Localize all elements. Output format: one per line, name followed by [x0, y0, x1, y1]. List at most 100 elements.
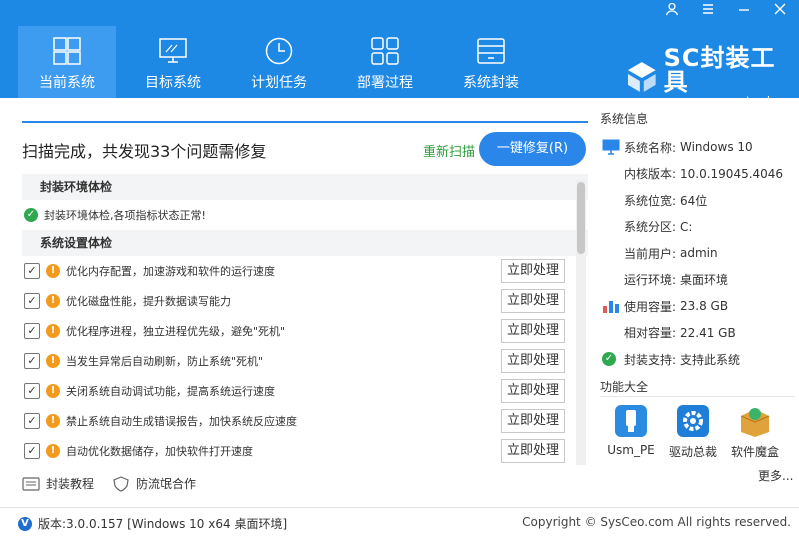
- list-item: ✓ ! 自动优化数据储存，加快软件打开速度 立即处理: [22, 436, 588, 466]
- tab-scheduled-tasks[interactable]: 计划任务: [230, 26, 328, 98]
- info-value: Windows 10: [680, 140, 753, 155]
- list-item: ✓ ! 优化内存配置，加速游戏和软件的运行速度 立即处理: [22, 256, 588, 286]
- tab-deploy-process[interactable]: 部署过程: [336, 26, 434, 98]
- shield-icon: [113, 475, 129, 492]
- handle-button[interactable]: 立即处理: [501, 409, 565, 433]
- item-text: 当发生异常后自动刷新，防止系统"死机": [66, 355, 264, 368]
- info-key: 系统位宽:: [624, 193, 677, 208]
- list-scrollbar[interactable]: [576, 180, 586, 465]
- handle-button[interactable]: 立即处理: [501, 289, 565, 313]
- tutorial-link[interactable]: 封装教程: [22, 475, 94, 492]
- close-icon[interactable]: [771, 2, 789, 20]
- info-row: 系统名称: Windows 10: [600, 134, 795, 161]
- info-value: 10.0.19045.4046: [680, 166, 784, 181]
- info-row: 当前用户: admin: [600, 240, 795, 267]
- item-checkbox[interactable]: ✓: [24, 323, 40, 339]
- handle-button[interactable]: 立即处理: [501, 379, 565, 403]
- scan-status: 扫描完成，共发现33个问题需修复: [22, 142, 267, 161]
- item-checkbox[interactable]: ✓: [24, 263, 40, 279]
- info-row: 系统分区: C:: [600, 214, 795, 241]
- scrollbar-thumb[interactable]: [577, 182, 585, 254]
- handle-button[interactable]: 立即处理: [501, 259, 565, 283]
- item-text: 自动优化数据储存，加快软件打开速度: [66, 445, 253, 458]
- section-header: 封装环境体检: [22, 174, 588, 200]
- info-key: 相对容量:: [624, 326, 677, 341]
- usm-pe-tool[interactable]: Usm_PE: [600, 404, 662, 460]
- tab-label: 计划任务: [251, 75, 307, 91]
- package-icon: [477, 38, 505, 64]
- info-key: 系统分区:: [624, 220, 677, 235]
- check-icon: ✓: [602, 352, 616, 367]
- menu-icon[interactable]: [699, 2, 717, 20]
- list-item: ✓ 封装环境体检,各项指标状态正常!: [22, 200, 588, 230]
- check-icon: ✓: [24, 208, 38, 222]
- tab-system-package[interactable]: 系统封装: [442, 26, 540, 98]
- tab-label: 系统封装: [463, 75, 519, 91]
- functions-header: 功能大全: [600, 378, 795, 395]
- windows-icon: [53, 37, 81, 65]
- sysinfo-list: 系统名称: Windows 10 内核版本: 10.0.19045.4046 系…: [600, 134, 795, 373]
- warning-icon: !: [46, 264, 60, 278]
- grid-icon: [371, 37, 399, 65]
- info-value: C:: [680, 219, 693, 234]
- info-key: 系统名称:: [624, 140, 677, 155]
- info-row: 内核版本: 10.0.19045.4046: [600, 161, 795, 188]
- tab-label: 当前系统: [39, 75, 95, 91]
- copyright-text: Copyright © SysCeo.com All rights reserv…: [522, 515, 791, 529]
- book-icon: [22, 476, 40, 491]
- brand-logo: SC封装工具 sysprep ceo tool: [624, 46, 799, 107]
- info-row: 相对容量: 22.41 GB: [600, 320, 795, 347]
- info-value: 22.41 GB: [680, 325, 736, 340]
- function-label: 驱动总裁: [668, 445, 717, 459]
- section-header: 系统设置体检: [22, 230, 588, 256]
- clock-icon: [265, 37, 293, 65]
- list-item: ✓ ! 优化程序进程，独立进程优先级，避免"死机" 立即处理: [22, 316, 588, 346]
- tab-current-system[interactable]: 当前系统: [18, 26, 116, 98]
- item-checkbox[interactable]: ✓: [24, 293, 40, 309]
- gear-icon: [677, 405, 709, 437]
- function-label: 软件魔盒: [730, 445, 779, 459]
- item-checkbox[interactable]: ✓: [24, 353, 40, 369]
- anti-rogue-link[interactable]: 防流氓合作: [112, 475, 196, 492]
- window-controls: [663, 2, 789, 20]
- handle-button[interactable]: 立即处理: [501, 439, 565, 463]
- driver-tool[interactable]: 驱动总裁: [662, 404, 724, 460]
- functions-title: 功能大全: [600, 380, 649, 394]
- logo-mark-icon: [627, 61, 656, 92]
- more-link[interactable]: 更多...: [758, 467, 793, 484]
- item-checkbox[interactable]: ✓: [24, 443, 40, 459]
- info-row: 使用容量: 23.8 GB: [600, 293, 795, 320]
- handle-button[interactable]: 立即处理: [501, 349, 565, 373]
- divider: [22, 121, 588, 123]
- function-label: Usm_PE: [607, 443, 655, 457]
- tab-label: 部署过程: [357, 75, 413, 91]
- item-text: 优化磁盘性能，提升数据读写能力: [66, 295, 231, 308]
- user-icon[interactable]: [663, 2, 681, 20]
- list-item: ✓ ! 禁止系统自动生成错误报告，加快系统反应速度 立即处理: [22, 406, 588, 436]
- rescan-link[interactable]: 重新扫描: [423, 141, 475, 160]
- brand-subtitle: sysprep ceo tool: [663, 94, 771, 107]
- software-box-tool[interactable]: 软件魔盒: [724, 404, 786, 460]
- item-checkbox[interactable]: ✓: [24, 413, 40, 429]
- warning-icon: !: [46, 324, 60, 338]
- info-value: admin: [680, 246, 718, 261]
- monitor-icon: [602, 139, 620, 155]
- list-item: ✓ ! 关闭系统自动调试功能，提高系统运行速度 立即处理: [22, 376, 588, 406]
- info-key: 运行环境:: [624, 273, 677, 288]
- list-item: ✓ ! 优化磁盘性能，提升数据读写能力 立即处理: [22, 286, 588, 316]
- function-grid: Usm_PE 驱动总裁 软件魔盒: [600, 404, 795, 460]
- handle-button[interactable]: 立即处理: [501, 319, 565, 343]
- bottom-links: 封装教程 防流氓合作: [22, 475, 196, 492]
- fix-all-button[interactable]: 一键修复(R): [479, 132, 586, 166]
- tab-target-system[interactable]: 目标系统: [124, 26, 222, 98]
- minimize-icon[interactable]: [735, 2, 753, 20]
- sysinfo-header: 系统信息: [600, 110, 795, 127]
- info-row: 系统位宽: 64位: [600, 187, 795, 214]
- info-value: 支持此系统: [680, 352, 741, 367]
- info-key: 使用容量:: [624, 299, 677, 314]
- title-bar: 当前系统 目标系统 计划任务 部署过程 系统封装 SC封装工具 sysprep …: [0, 0, 799, 107]
- info-value: 桌面环境: [680, 273, 729, 288]
- item-checkbox[interactable]: ✓: [24, 383, 40, 399]
- info-row: 运行环境: 桌面环境: [600, 267, 795, 294]
- issue-list: 封装环境体检 ✓ 封装环境体检,各项指标状态正常! 系统设置体检 ✓ ! 优化内…: [22, 174, 588, 466]
